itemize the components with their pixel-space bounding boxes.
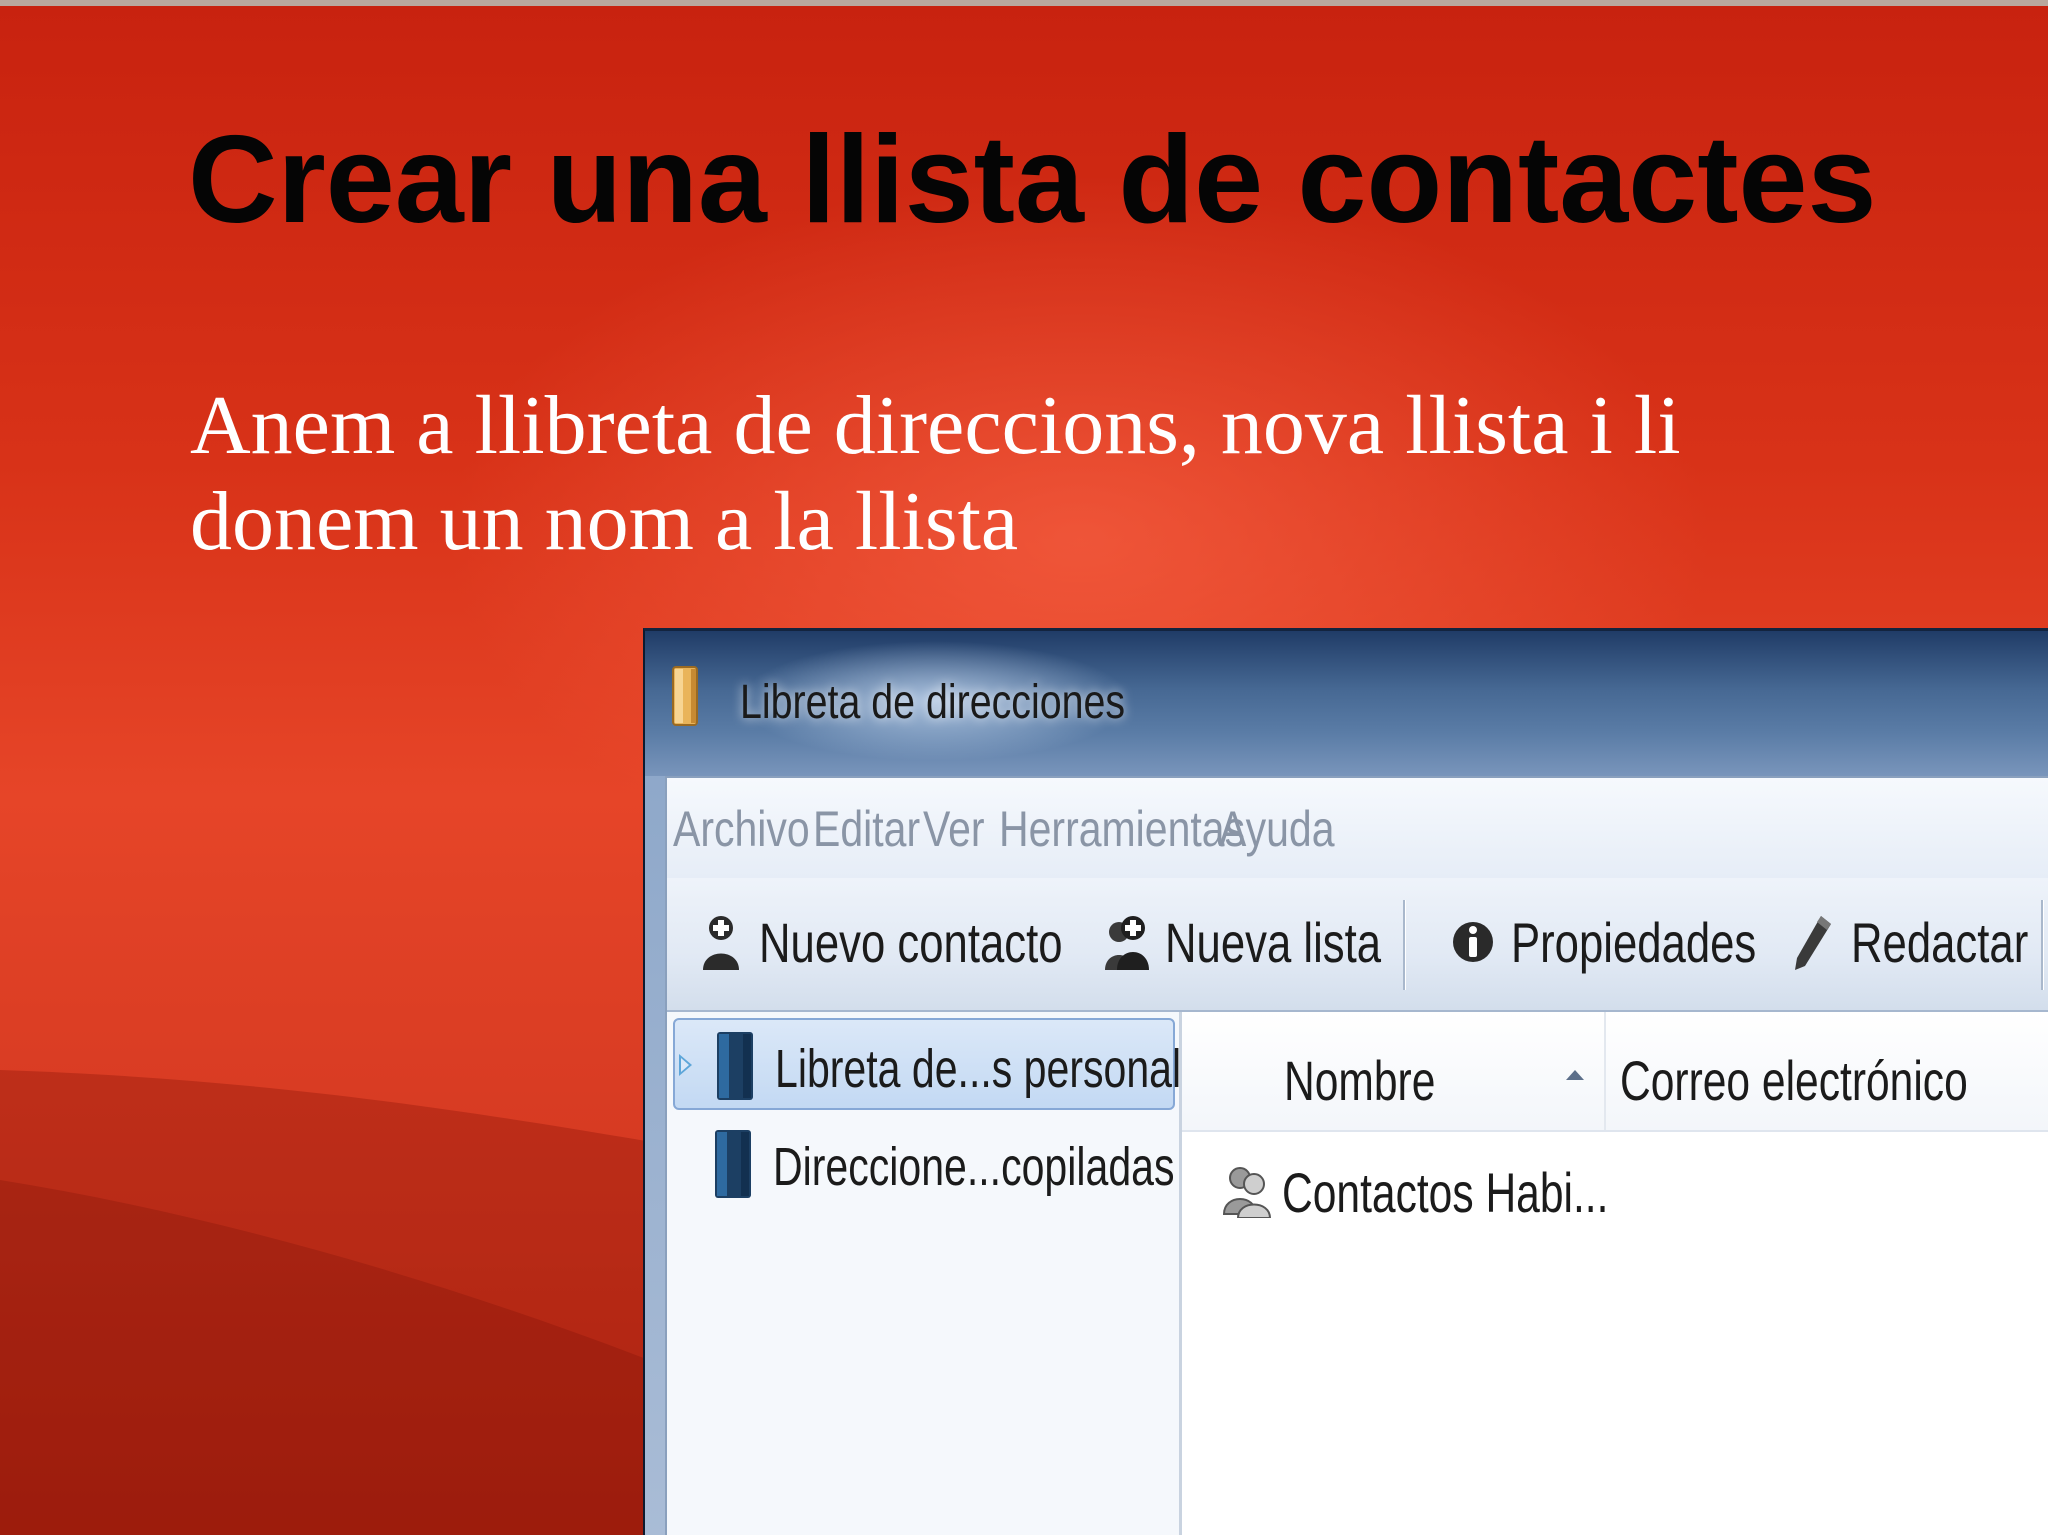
- slide-body-line-1: Anem a llibreta de direccions, nova llis…: [190, 379, 1681, 472]
- new-list-label: Nueva lista: [1165, 911, 1382, 974]
- compose-button[interactable]: Redactar: [1791, 908, 2031, 978]
- slide-background: Crear una llista de contactes Anem a lli…: [0, 0, 2048, 1535]
- slide-title: Crear una llista de contactes: [188, 111, 1877, 249]
- window-client-area: Archivo Editar Ver Herramientas Ayuda Nu…: [665, 776, 2048, 1535]
- tree-item-label: Direccione...copiladas: [773, 1137, 1175, 1197]
- sort-ascending-icon: [1566, 1070, 1584, 1080]
- compose-label: Redactar: [1851, 911, 2029, 974]
- new-contact-icon: [703, 916, 739, 970]
- contact-name: Contactos Habi...: [1282, 1161, 1609, 1224]
- new-contact-button[interactable]: Nuevo contacto: [699, 908, 1063, 978]
- window-titlebar[interactable]: Libreta de direcciones: [645, 631, 2048, 776]
- contact-row[interactable]: Contactos Habi...: [1182, 1142, 2048, 1234]
- address-book-icon: [717, 1032, 753, 1100]
- tree-item-personal-address-book[interactable]: Libreta de...s personal: [673, 1018, 1181, 1110]
- toolbar-separator: [1403, 900, 1406, 990]
- toolbar: Nuevo contacto Nueva lista Propiedades R…: [667, 878, 2048, 1012]
- slide-body-line-2: donem un nom a la llista: [190, 475, 1019, 568]
- address-book-icon: [715, 1130, 751, 1198]
- pencil-icon: [1795, 916, 1831, 970]
- menu-ayuda[interactable]: Ayuda: [1219, 800, 1335, 858]
- menu-herramientas[interactable]: Herramientas: [999, 800, 1245, 858]
- new-contact-label: Nuevo contacto: [759, 911, 1063, 974]
- slide-body: Anem a llibreta de direccions, nova llis…: [190, 378, 1890, 570]
- menu-bar: Archivo Editar Ver Herramientas Ayuda: [667, 778, 2048, 878]
- column-header-row: Nombre Correo electrónico: [1182, 1012, 2048, 1132]
- new-list-button[interactable]: Nueva lista: [1105, 908, 1381, 978]
- address-book-window: Libreta de direcciones Archivo Editar Ve…: [643, 628, 2048, 1535]
- column-email-label: Correo electrónico: [1620, 1049, 1968, 1112]
- address-book-tree: Libreta de...s personal Direccione...cop…: [667, 1012, 1182, 1535]
- column-header-name[interactable]: Nombre: [1182, 1012, 1604, 1130]
- contact-group-icon: [1222, 1167, 1272, 1218]
- tree-item-label: Libreta de...s personal: [775, 1039, 1182, 1099]
- menu-archivo[interactable]: Archivo: [673, 800, 810, 858]
- expand-arrow-icon[interactable]: [679, 1054, 692, 1076]
- contacts-list: Nombre Correo electrónico Contactos Habi…: [1182, 1012, 2048, 1535]
- window-title: Libreta de direcciones: [740, 676, 1126, 729]
- tree-item-collected-addresses[interactable]: Direccione...copiladas: [673, 1118, 1175, 1210]
- column-name-label: Nombre: [1284, 1049, 1436, 1112]
- toolbar-separator-end: [2041, 900, 2044, 990]
- new-list-icon: [1105, 916, 1149, 970]
- menu-editar[interactable]: Editar: [813, 800, 920, 858]
- properties-button[interactable]: Propiedades: [1451, 908, 1756, 978]
- info-icon: [1453, 922, 1493, 962]
- menu-ver[interactable]: Ver: [923, 800, 985, 858]
- address-book-icon: [672, 666, 698, 726]
- column-header-email[interactable]: Correo electrónico: [1606, 1012, 2048, 1130]
- properties-label: Propiedades: [1511, 911, 1757, 974]
